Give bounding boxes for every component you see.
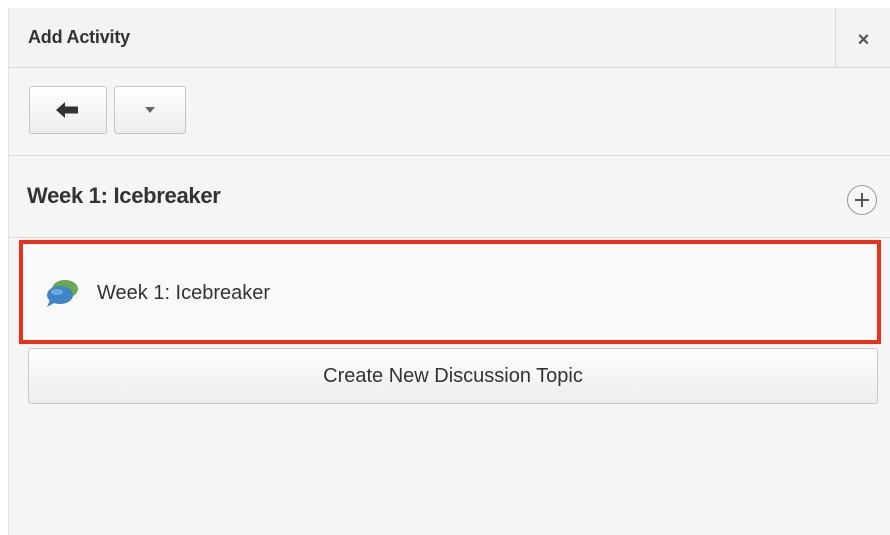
add-activity-panel: Add Activity × Week 1: Icebreaker Week 1… bbox=[8, 8, 890, 535]
discussion-icon bbox=[47, 280, 78, 307]
panel-title: Add Activity bbox=[28, 27, 130, 47]
close-button[interactable]: × bbox=[835, 8, 890, 67]
toolbar bbox=[9, 68, 890, 156]
section-header: Week 1: Icebreaker bbox=[9, 156, 890, 238]
panel-header: Add Activity × bbox=[9, 8, 890, 68]
arrow-left-icon bbox=[56, 102, 78, 118]
caret-down-icon bbox=[145, 107, 155, 113]
plus-icon bbox=[855, 193, 869, 207]
section-title: Week 1: Icebreaker bbox=[27, 183, 221, 208]
menu-dropdown-button[interactable] bbox=[114, 86, 186, 134]
back-button[interactable] bbox=[29, 86, 107, 134]
create-new-discussion-topic-button[interactable]: Create New Discussion Topic bbox=[28, 348, 878, 404]
close-icon[interactable]: × bbox=[858, 30, 870, 50]
add-button[interactable] bbox=[847, 185, 877, 215]
list-item-label: Week 1: Icebreaker bbox=[97, 282, 271, 304]
list-item-week1-icebreaker[interactable]: Week 1: Icebreaker bbox=[19, 240, 881, 344]
